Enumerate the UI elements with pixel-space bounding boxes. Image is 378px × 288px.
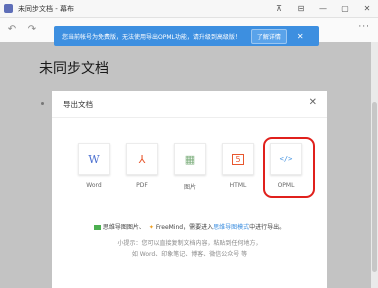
window-title: 未同步文档 - 幕布 xyxy=(18,4,74,13)
format-label: 图片 xyxy=(183,184,196,191)
more-menu-icon[interactable]: ··· xyxy=(358,22,370,32)
export-dialog: 导出文档 ✕ W Word ⅄ PDF ▦ 图片 5 HTML </> OPML… xyxy=(52,91,327,288)
word-icon: W xyxy=(78,143,110,175)
export-html-button[interactable]: 5 HTML xyxy=(216,143,260,189)
upgrade-toast: 您当前帐号为免费版，无法使用导出OPML功能，请升级到高级版！ 了解详情 ✕ xyxy=(54,26,319,46)
mindmap-icon xyxy=(93,225,101,230)
layout-icon[interactable]: ⊟ xyxy=(290,0,312,17)
dialog-header: 导出文档 ✕ xyxy=(52,91,327,118)
title-bar: 未同步文档 - 幕布 ⊼ ⊟ — ▢ ✕ xyxy=(0,0,378,18)
html-icon: 5 xyxy=(222,143,254,175)
pin-icon[interactable]: ⊼ xyxy=(268,0,290,17)
scrollbar-thumb[interactable] xyxy=(372,102,377,272)
toast-close-icon[interactable]: ✕ xyxy=(297,32,304,41)
dialog-title: 导出文档 xyxy=(63,100,93,109)
tip-line-2: 如 Word、印象笔记、博客、微信公众号 等 xyxy=(131,251,248,258)
export-image-button[interactable]: ▦ 图片 xyxy=(168,143,212,191)
toast-message: 您当前帐号为免费版，无法使用导出OPML功能，请升级到高级版！ xyxy=(62,33,241,41)
dialog-close-icon[interactable]: ✕ xyxy=(309,97,317,108)
close-window-button[interactable]: ✕ xyxy=(356,0,378,17)
mindmap-export-note: 思维导图图片、 ✦ FreeMind，需要进入思维导图模式中进行导出。 xyxy=(52,222,327,231)
format-label: Word xyxy=(86,182,102,189)
export-pdf-button[interactable]: ⅄ PDF xyxy=(120,143,164,189)
pdf-icon: ⅄ xyxy=(126,143,158,175)
image-icon: ▦ xyxy=(174,143,206,175)
export-word-button[interactable]: W Word xyxy=(72,143,116,189)
opml-highlight-ring xyxy=(263,137,315,198)
freemind-icon: ✦ xyxy=(148,224,154,231)
maximize-button[interactable]: ▢ xyxy=(334,0,356,17)
format-label: PDF xyxy=(136,182,148,189)
app-icon xyxy=(4,4,13,13)
tip-line-1: 小提示：您可以直接复制文档内容，粘贴到任何地方， xyxy=(117,240,262,247)
scrollbar[interactable] xyxy=(371,42,378,288)
minimize-button[interactable]: — xyxy=(312,0,334,17)
format-label: HTML xyxy=(229,182,247,189)
redo-icon[interactable]: ↷ xyxy=(24,22,40,38)
learn-more-button[interactable]: 了解详情 xyxy=(250,28,287,44)
window-controls: ⊼ ⊟ — ▢ ✕ xyxy=(268,0,378,17)
undo-icon[interactable]: ↶ xyxy=(4,22,20,38)
mindmap-mode-link[interactable]: 思维导图模式 xyxy=(213,224,249,231)
